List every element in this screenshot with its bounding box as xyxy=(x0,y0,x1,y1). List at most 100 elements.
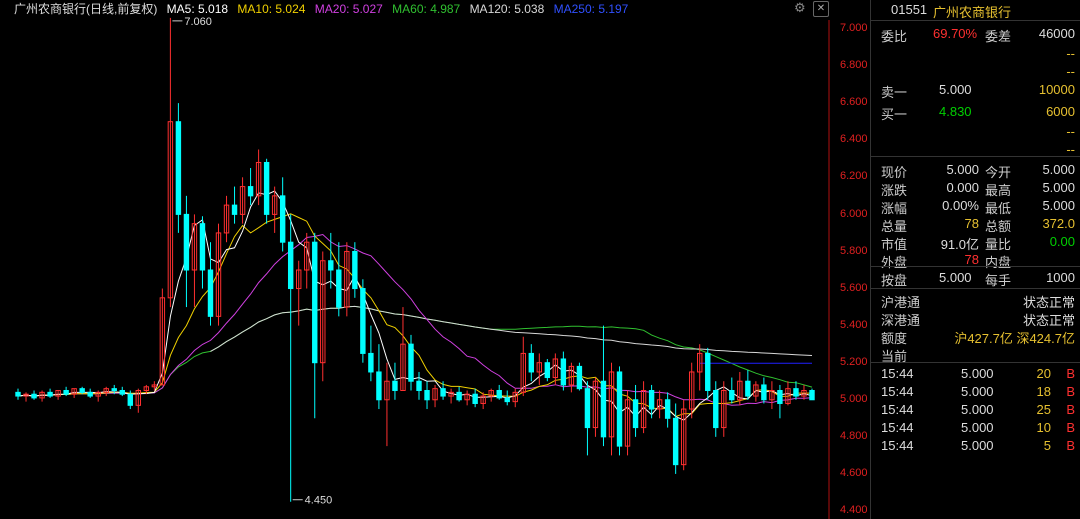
candle-body xyxy=(368,352,374,373)
quote-label: 总额 xyxy=(985,219,1012,234)
stock-code: 01551 xyxy=(891,2,928,17)
candle-body xyxy=(424,390,430,401)
ma10-label: MA10: 5.024 xyxy=(237,2,306,16)
quote-label: 涨跌 xyxy=(881,183,908,198)
ma20-label: MA20: 5.027 xyxy=(314,2,383,16)
kline-chart[interactable]: 7.060 4.450 广州农商银行(日线,前复权) MA5: 5.018 MA1… xyxy=(0,0,830,519)
tick-row: 15:44 5.000 5 B xyxy=(881,438,1075,456)
candle-body xyxy=(119,390,125,395)
tick-volume: 5 xyxy=(1043,438,1051,453)
hgt-row: 沪港通 状态正常 xyxy=(881,295,1075,310)
kline-svg[interactable]: 7.0604.450 xyxy=(0,0,830,519)
candle-body xyxy=(247,186,254,197)
tick-price: 5.000 xyxy=(961,384,994,399)
tick-row: 15:44 5.000 25 B xyxy=(881,402,1075,420)
quote-value: 0.000 xyxy=(946,180,979,195)
candle-body xyxy=(279,195,286,243)
gear-icon[interactable]: ⚙ xyxy=(794,0,806,16)
quote-label: 总量 xyxy=(881,219,908,234)
tick-price: 5.000 xyxy=(961,438,994,453)
candle-body xyxy=(777,390,783,404)
buy-dash-1: -- xyxy=(1066,124,1075,139)
quote-label: 现价 xyxy=(881,165,908,180)
ma10-line xyxy=(17,213,812,418)
ma5-line xyxy=(17,190,813,421)
tick-price: 5.000 xyxy=(961,402,994,417)
candle-body xyxy=(183,213,190,271)
y-tick-label: 4.600 xyxy=(840,467,868,480)
tick-time: 15:44 xyxy=(881,384,914,399)
quote-value: 5.000 xyxy=(1042,180,1075,195)
candle-body xyxy=(312,241,318,364)
tick-side: B xyxy=(1066,402,1075,417)
ma5-label: MA5: 5.018 xyxy=(166,2,229,16)
sell-dash-1: -- xyxy=(1066,46,1075,61)
quote-label: 市值 xyxy=(881,237,908,252)
candle-body xyxy=(584,388,591,429)
divider xyxy=(870,20,1080,21)
candle-body xyxy=(496,390,502,399)
tick-price: 5.000 xyxy=(961,420,994,435)
divider xyxy=(870,362,1080,363)
weicha-value: 46000 xyxy=(1038,26,1075,41)
quote-value: 0.00% xyxy=(942,198,979,213)
weicha-label: 委差 xyxy=(985,29,1012,44)
quote-row: 现价 5.000 今开 5.000 xyxy=(881,162,1075,180)
quote-value: 78 xyxy=(964,216,979,231)
close-icon[interactable]: ✕ xyxy=(813,1,829,17)
quote-label: 外盘 xyxy=(881,255,908,270)
candle-body xyxy=(47,391,53,397)
tick-price: 5.000 xyxy=(961,366,994,381)
candle-body xyxy=(616,371,623,447)
chart-title: 广州农商银行(日线,前复权) xyxy=(14,2,158,16)
quote-label: 涨幅 xyxy=(881,201,908,216)
candle-body xyxy=(648,390,655,410)
ma250-label: MA250: 5.197 xyxy=(553,2,629,16)
candle-body xyxy=(392,380,398,392)
candle-body xyxy=(745,380,751,397)
candle-body xyxy=(63,390,69,395)
candle-body xyxy=(287,241,294,290)
tick-side: B xyxy=(1066,420,1075,435)
quote-value: 0.00 xyxy=(1049,234,1075,249)
candle-body xyxy=(79,388,85,393)
weibi-value: 69.70% xyxy=(933,26,978,41)
candle-body xyxy=(456,391,462,401)
quote-value: 5.000 xyxy=(1042,198,1075,213)
y-tick-label: 5.200 xyxy=(840,355,868,368)
quote-row: 总量 78 总额 372.0 xyxy=(881,216,1075,234)
quota-row: 额度 沪427.7亿 深424.7亿 xyxy=(881,331,1075,346)
divider xyxy=(870,156,1080,157)
tick-time: 15:44 xyxy=(881,402,914,417)
candle-body xyxy=(127,393,133,406)
y-tick-label: 5.400 xyxy=(840,318,868,331)
stock-name: 广州农商银行 xyxy=(933,5,1012,20)
candle-body xyxy=(729,390,735,401)
candle-body xyxy=(416,380,422,392)
quote-row: 涨幅 0.00% 最低 5.000 xyxy=(881,198,1075,216)
sgt-row: 深港通 状态正常 xyxy=(881,313,1075,328)
sell1-row[interactable]: 卖一 5.000 10000 xyxy=(881,82,1075,100)
low-label: 4.450 xyxy=(305,495,333,507)
weibi-label: 委比 xyxy=(881,29,908,44)
candle-body xyxy=(672,417,679,466)
tick-row: 15:44 5.000 18 B xyxy=(881,384,1075,402)
tick-time: 15:44 xyxy=(881,438,914,453)
quote-row: 涨跌 0.000 最高 5.000 xyxy=(881,180,1075,198)
candle-body xyxy=(472,393,478,404)
buy1-row[interactable]: 买一 4.830 6000 xyxy=(881,104,1075,122)
tick-volume: 10 xyxy=(1036,420,1051,435)
quote-value: 91.0亿 xyxy=(940,237,979,252)
y-tick-label: 5.600 xyxy=(840,281,868,294)
y-tick-label: 6.400 xyxy=(840,133,868,146)
tick-volume: 25 xyxy=(1036,402,1051,417)
candle-body xyxy=(87,391,93,397)
candle-body xyxy=(713,390,719,429)
quote-row: 外盘 78 内盘 xyxy=(881,252,1075,270)
candle-body xyxy=(360,288,366,354)
y-tick-label: 7.000 xyxy=(840,22,868,34)
tick-volume: 20 xyxy=(1036,366,1051,381)
candle-body xyxy=(336,269,342,308)
tick-time: 15:44 xyxy=(881,420,914,435)
y-tick-label: 5.000 xyxy=(840,393,868,405)
